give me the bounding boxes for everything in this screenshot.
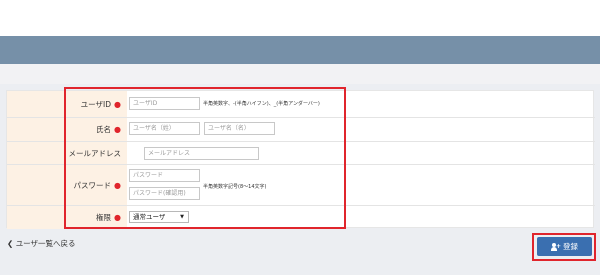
email-input[interactable]: メールアドレス — [144, 147, 259, 160]
last-name-input[interactable]: ユーザ名（姓） — [129, 122, 200, 135]
email-row: メールアドレス メールアドレス — [7, 142, 595, 165]
password-hint: 半角英数字記号(8〜14文字) — [203, 184, 267, 190]
password-label-cell: パスワード ● — [7, 165, 127, 205]
chevron-left-icon: ❮ — [7, 239, 14, 248]
required-marker: ● — [114, 99, 121, 109]
name-label-cell: 氏名 ● — [7, 118, 127, 141]
password-confirm-input[interactable]: パスワード(確認用) — [129, 187, 200, 200]
email-label: メールアドレス — [68, 148, 122, 158]
userid-row: ユーザID ● ユーザID 半角英数字、-(半角ハイフン)、_(半角アンダーバー… — [7, 91, 595, 118]
back-to-user-list-link[interactable]: ❮ ユーザ一覧へ戻る — [7, 238, 76, 249]
password-input[interactable]: パスワード — [129, 169, 200, 182]
chevron-down-icon: ▼ — [180, 214, 184, 220]
register-button[interactable]: + 登録 — [537, 237, 592, 256]
name-label: 氏名 — [96, 125, 112, 134]
userid-input[interactable]: ユーザID — [129, 97, 200, 110]
top-blank-area — [0, 0, 600, 36]
userid-label: ユーザID — [80, 99, 112, 109]
userid-label-cell: ユーザID ● — [7, 91, 127, 117]
back-link-label: ユーザ一覧へ戻る — [15, 239, 76, 248]
userid-hint: 半角英数字、-(半角ハイフン)、_(半角アンダーバー) — [203, 101, 320, 107]
role-label: 権限 — [96, 213, 112, 222]
role-label-cell: 権限 ● — [7, 206, 127, 229]
required-marker: ● — [114, 180, 121, 190]
sub-header-band — [0, 64, 600, 84]
required-marker: ● — [114, 213, 121, 222]
role-selected-value: 通常ユーザ — [133, 213, 166, 221]
register-button-label: 登録 — [563, 242, 578, 251]
role-row: 権限 ● 通常ユーザ ▼ — [7, 206, 595, 229]
email-label-cell: メールアドレス — [7, 142, 127, 164]
name-row: 氏名 ● ユーザ名（姓） ユーザ名（名） — [7, 118, 595, 142]
user-form: ユーザID ● ユーザID 半角英数字、-(半角ハイフン)、_(半角アンダーバー… — [6, 90, 595, 229]
header-band — [0, 36, 600, 64]
required-marker: ● — [114, 125, 121, 134]
password-label: パスワード — [73, 180, 112, 190]
user-plus-icon: + — [551, 242, 561, 251]
role-select[interactable]: 通常ユーザ ▼ — [129, 211, 189, 223]
first-name-input[interactable]: ユーザ名（名） — [204, 122, 275, 135]
password-row: パスワード ● パスワード パスワード(確認用) 半角英数字記号(8〜14文字) — [7, 165, 595, 206]
